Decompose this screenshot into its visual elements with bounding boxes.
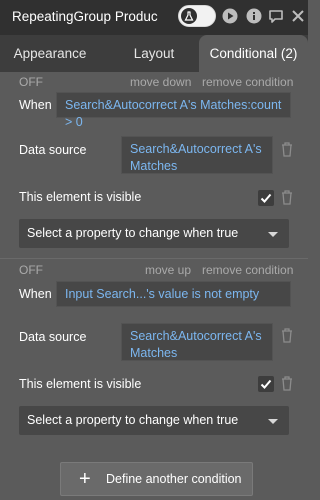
window-title: RepeatingGroup Produc <box>12 9 158 24</box>
trash-icon[interactable] <box>280 189 294 205</box>
remove-condition-link[interactable]: remove condition <box>202 263 293 277</box>
element-toggle[interactable] <box>178 5 216 27</box>
play-icon[interactable] <box>222 8 238 24</box>
move-up-link[interactable]: move up <box>145 263 191 277</box>
condition-state: OFF <box>19 263 43 277</box>
property-select[interactable]: Select a property to change when true <box>19 219 289 248</box>
tab-layout[interactable]: Layout <box>100 35 208 72</box>
property-select-label: Select a property to change when true <box>27 226 239 240</box>
remove-condition-link[interactable]: remove condition <box>202 75 293 89</box>
close-icon[interactable] <box>290 8 306 24</box>
info-icon[interactable] <box>246 8 262 24</box>
condition-state: OFF <box>19 75 43 89</box>
title-bar: RepeatingGroup Produc <box>0 0 308 35</box>
tab-appearance[interactable]: Appearance <box>0 35 100 72</box>
tab-conditional[interactable]: Conditional (2) <box>199 35 308 72</box>
trash-icon[interactable] <box>280 327 294 343</box>
when-label: When <box>19 287 52 301</box>
chevron-down-icon <box>268 419 278 424</box>
property-select-label: Select a property to change when true <box>27 413 239 427</box>
tab-bar: Appearance Layout Conditional (2) <box>0 35 308 72</box>
move-down-link[interactable]: move down <box>130 75 191 89</box>
visible-label: This element is visible <box>19 377 142 391</box>
visible-label: This element is visible <box>19 190 142 204</box>
property-select[interactable]: Select a property to change when true <box>19 406 289 435</box>
define-another-condition-button[interactable]: + Define another condition <box>60 462 253 496</box>
datasource-label: Data source <box>19 143 87 157</box>
flask-icon <box>181 8 197 24</box>
datasource-label: Data source <box>19 330 87 344</box>
datasource-expression[interactable]: Search&Autocorrect A's Matches <box>121 323 273 361</box>
comment-icon[interactable] <box>268 8 284 24</box>
when-label: When <box>19 98 52 112</box>
trash-icon[interactable] <box>280 141 294 157</box>
trash-icon[interactable] <box>280 375 294 391</box>
when-expression[interactable]: Input Search...'s value is not empty <box>56 281 291 307</box>
define-button-label: Define another condition <box>106 472 242 486</box>
plus-icon: + <box>79 468 91 490</box>
datasource-expression[interactable]: Search&Autocorrect A's Matches <box>121 136 273 174</box>
visible-checkbox[interactable] <box>258 376 274 392</box>
visible-checkbox[interactable] <box>258 190 274 206</box>
when-expression[interactable]: Search&Autocorrect A's Matches:count > 0 <box>56 92 291 129</box>
divider <box>0 258 308 259</box>
chevron-down-icon <box>268 232 278 237</box>
